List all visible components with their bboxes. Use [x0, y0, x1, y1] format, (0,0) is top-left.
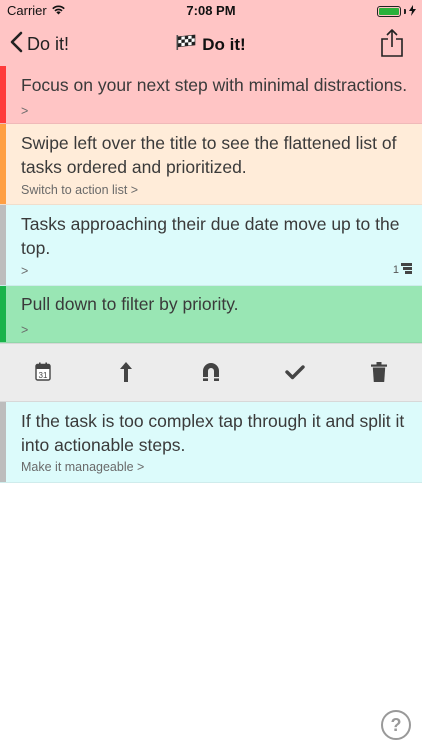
task-row-2[interactable]: Swipe left over the title to see the fla…: [0, 124, 422, 205]
priority-bar: [0, 205, 6, 285]
help-button[interactable]: ?: [381, 710, 411, 740]
focus-magnet-button[interactable]: [198, 361, 224, 387]
schedule-button[interactable]: 31: [30, 361, 56, 387]
trash-icon: [371, 361, 387, 387]
page-title-group: Do it!: [0, 33, 422, 56]
task-action-toolbar: 31: [0, 343, 422, 402]
battery-tip: [404, 9, 406, 14]
task-row-5[interactable]: If the task is too complex tap through i…: [0, 402, 422, 483]
status-time: 7:08 PM: [186, 3, 236, 18]
charging-icon: [409, 4, 416, 19]
task-row-3[interactable]: Tasks approaching their due date move up…: [0, 205, 422, 286]
priority-bar: [0, 124, 6, 204]
task-title: Tasks approaching their due date move up…: [21, 214, 400, 258]
task-row-1[interactable]: Focus on your next step with minimal dis…: [0, 66, 422, 124]
task-subtitle[interactable]: Switch to action list >: [21, 183, 138, 197]
magnet-icon: [201, 362, 221, 387]
subtasks-icon: [401, 263, 412, 277]
task-row-4[interactable]: Pull down to filter by priority. >: [0, 286, 422, 343]
page-title: Do it!: [202, 34, 246, 54]
task-title: If the task is too complex tap through i…: [21, 411, 405, 455]
calendar-day: 31: [39, 371, 48, 380]
delete-button[interactable]: [366, 361, 392, 387]
subtask-count-value: 1: [392, 264, 399, 276]
battery-icon: [377, 6, 401, 17]
task-subtitle[interactable]: Make it manageable >: [21, 460, 144, 474]
priority-bar: [0, 286, 6, 342]
task-title: Swipe left over the title to see the fla…: [21, 133, 397, 177]
share-button[interactable]: [380, 28, 404, 63]
move-to-top-button[interactable]: [113, 361, 139, 387]
subtask-count: 1: [393, 263, 412, 277]
complete-button[interactable]: [282, 361, 308, 387]
priority-bar: [0, 402, 6, 482]
share-icon: [380, 29, 404, 62]
task-subtitle: >: [21, 104, 29, 118]
task-title: Focus on your next step with minimal dis…: [21, 75, 408, 95]
task-subtitle: >: [21, 323, 29, 337]
navigation-bar: Do it! Do it!: [0, 22, 422, 66]
status-right: [377, 4, 416, 19]
checkmark-icon: [285, 364, 305, 385]
task-title: Pull down to filter by priority.: [21, 294, 239, 314]
checkered-flag-icon: [176, 33, 196, 56]
calendar-icon: 31: [35, 362, 51, 386]
priority-bar: [0, 66, 6, 123]
move-up-icon: [119, 361, 133, 388]
question-mark-icon: ?: [390, 714, 402, 735]
task-subtitle: >: [21, 264, 29, 278]
app-screen: Carrier 7:08 PM Do it! Do it! Focus on y…: [0, 0, 422, 750]
status-bar: Carrier 7:08 PM: [0, 0, 422, 22]
